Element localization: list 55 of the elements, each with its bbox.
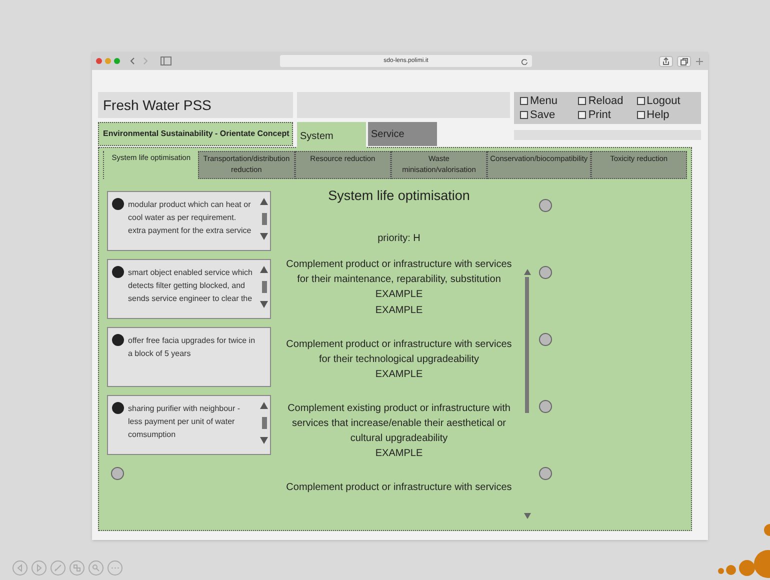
checkbox-label: Help <box>646 108 670 122</box>
scroll-up-icon[interactable] <box>524 269 530 275</box>
checkbox-label: Menu <box>530 94 558 108</box>
idea-card[interactable]: offer free facia upgrades for twice in a block of 5 years <box>107 327 271 387</box>
scroll-down-icon[interactable] <box>524 513 530 519</box>
sidebar-icon[interactable] <box>160 56 172 66</box>
guideline-text: Complement existing product or infrastructure with services that increase/enable their aesthetical or cultural upgradeability <box>286 402 512 446</box>
idea-card[interactable]: sharing purifier with neighbour - less payment per unit of water comsumption <box>107 395 271 455</box>
title-bar: Fresh Water PSS <box>98 92 293 118</box>
checkbox-label: Logout <box>646 94 680 108</box>
checkbox-label: Print <box>588 108 611 122</box>
checkbox[interactable] <box>636 97 645 105</box>
idea-text: sharing purifier with neighbour - less payment per unit of water comsumption <box>128 403 242 441</box>
share-icon[interactable] <box>659 56 673 66</box>
scrollbar-thumb[interactable] <box>525 277 529 413</box>
idea-card[interactable]: smart object enabled service which detects filter getting blocked, and sends service engineer to clear the <box>107 259 271 319</box>
example-link[interactable]: EXAMPLE <box>375 303 423 319</box>
plus-icon[interactable] <box>695 56 704 66</box>
checkbox[interactable] <box>520 111 528 119</box>
tab[interactable]: System <box>297 122 366 150</box>
example-link[interactable]: EXAMPLE <box>375 287 423 303</box>
guideline-text: Complement product or infrastructure with services for their maintenance, reparability, substitution <box>285 258 513 287</box>
checkbox-label: Reload <box>588 94 624 108</box>
example-link[interactable]: EXAMPLE <box>375 367 423 383</box>
maximize-icon[interactable] <box>114 58 120 64</box>
add-button[interactable] <box>111 467 124 480</box>
dots-decoration-drawing <box>716 524 770 580</box>
tab[interactable]: Service <box>368 122 437 146</box>
checkbox-label: Save <box>530 108 556 122</box>
checkbox[interactable] <box>578 111 586 119</box>
radio-button[interactable] <box>539 199 552 212</box>
checkbox[interactable] <box>578 97 586 105</box>
radio-button[interactable] <box>539 400 552 413</box>
radio-button[interactable] <box>539 467 552 480</box>
reload-icon[interactable] <box>521 58 528 64</box>
idea-text: offer free facia upgrades for twice in a block of 5 years <box>128 335 256 360</box>
scrollbar-icon[interactable] <box>260 198 268 240</box>
guideline-text: Complement product or infrastructure with services for their technological upgradeability <box>285 338 513 367</box>
scrollbar-icon[interactable] <box>260 402 268 444</box>
idea-text: modular product which can heat or cool water as per requirement. extra payment for the extra service <box>128 199 252 237</box>
radio-button[interactable] <box>539 266 552 279</box>
checkbox[interactable] <box>520 97 528 105</box>
idea-text: smart object enabled service which detects filter getting blocked, and sends service engineer to clear the <box>128 267 254 305</box>
strategy-title: System life optimisation <box>328 187 470 205</box>
back-icon[interactable] <box>128 56 137 66</box>
idea-card[interactable]: modular product which can heat or cool water as per requirement. extra payment for the extra service <box>107 191 271 251</box>
priority-label: priority: H <box>378 232 420 246</box>
guideline-text: Complement product or infrastructure with services <box>286 481 512 495</box>
close-icon[interactable] <box>96 58 102 64</box>
checkbox[interactable] <box>636 111 645 119</box>
example-link[interactable]: EXAMPLE <box>375 446 423 462</box>
radio-button[interactable] <box>539 333 552 346</box>
concept-label: Environmental Sustainability - Orientate Concept <box>98 122 293 146</box>
tabs-icon[interactable] <box>677 56 691 66</box>
scrollbar-icon[interactable] <box>260 266 268 308</box>
